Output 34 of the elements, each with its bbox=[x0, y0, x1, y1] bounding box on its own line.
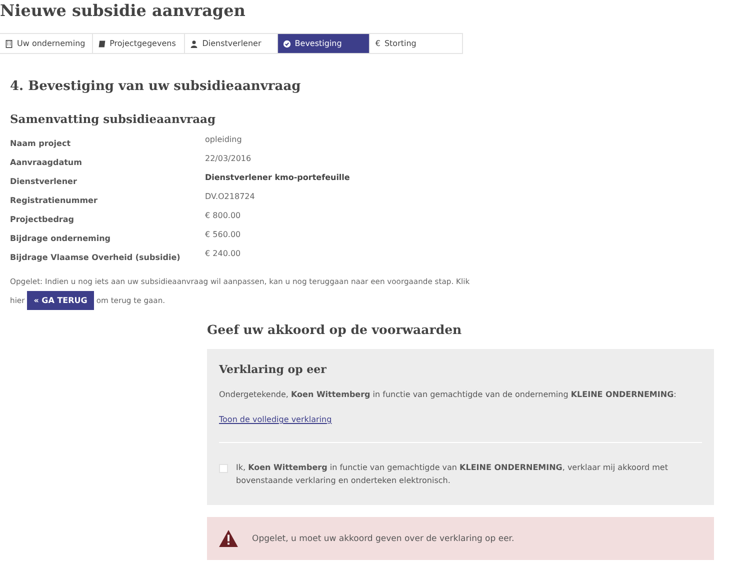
book-icon bbox=[98, 40, 106, 48]
person-icon bbox=[190, 40, 198, 48]
summary-title: Samenvatting subsidieaanvraag bbox=[10, 112, 217, 126]
field-value: € 240.00 bbox=[205, 249, 242, 260]
page-title: Nieuwe subsidie aanvragen bbox=[0, 0, 246, 22]
step-tab[interactable]: Uw onderneming bbox=[0, 34, 93, 53]
field-label: Dienstverlener bbox=[10, 176, 78, 186]
agree-checkbox[interactable] bbox=[219, 464, 228, 473]
warning-text: Opgelet, u moet uw akkoord geven over de verklaring op eer. bbox=[252, 534, 514, 544]
warning-icon bbox=[219, 530, 238, 547]
field-label: Registratienummer bbox=[10, 195, 98, 205]
back-button[interactable]: « GA TERUG bbox=[26, 291, 94, 310]
step-tab[interactable]: Projectgegevens bbox=[92, 34, 186, 53]
field-label: Projectbedrag bbox=[10, 214, 75, 224]
step-tab[interactable]: Bevestiging bbox=[278, 34, 370, 53]
field-value: 22/03/2016 bbox=[205, 154, 252, 165]
field-label: Bijdrage onderneming bbox=[10, 233, 112, 243]
field-label: Naam project bbox=[10, 138, 72, 148]
field-label: Aanvraagdatum bbox=[10, 157, 83, 167]
declaration-title: Verklaring op eer bbox=[219, 363, 328, 376]
step-title: 4. Bevestiging van uw subsidieaanvraag bbox=[10, 79, 302, 94]
agree-label: Ik, Koen Wittemberg in functie van gemachtigde van KLEINE ONDERNEMING, verklaar mij akkoord met bovenstaande verklaring en onderteken elektronisch. bbox=[236, 462, 669, 487]
show-declaration-link[interactable]: Toon de volledige verklaring bbox=[219, 415, 332, 424]
declaration-text: Ondergetekende, Koen Wittemberg in functie van gemachtigde van de onderneming KLEINE ONDERNEMING: bbox=[219, 390, 678, 399]
field-value: opleiding bbox=[205, 135, 243, 146]
step-tab[interactable]: € Storting bbox=[370, 34, 463, 53]
field-value: € 560.00 bbox=[205, 230, 242, 241]
field-value: € 800.00 bbox=[205, 211, 242, 222]
field-value: Dienstverlener kmo-portefeuille bbox=[205, 173, 351, 184]
field-label: Bijdrage Vlaamse Overheid (subsidie) bbox=[10, 252, 182, 262]
check-circle-icon bbox=[282, 40, 291, 48]
field-value: DV.O218724 bbox=[205, 192, 256, 203]
building-icon bbox=[5, 40, 13, 48]
agreement-title: Geef uw akkoord op de voorwaarden bbox=[207, 322, 463, 337]
